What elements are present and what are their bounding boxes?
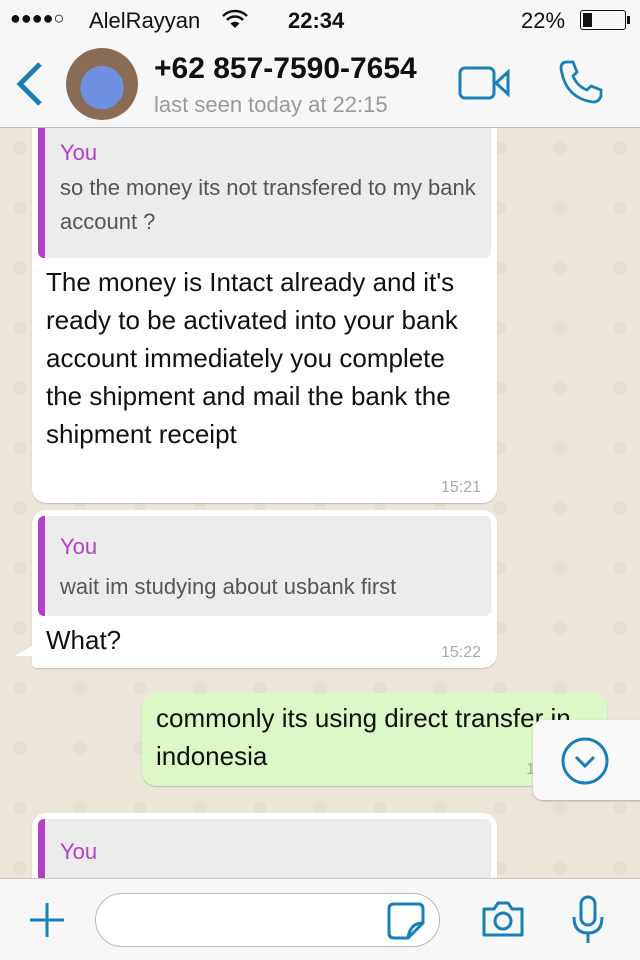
chat-area[interactable]: You so the money its not transfered to m… <box>0 128 640 878</box>
plus-icon[interactable] <box>28 901 66 939</box>
quoted-message[interactable]: You <box>38 819 491 878</box>
message-incoming: You wait im studying about usbank first … <box>32 510 497 668</box>
message-text: What? <box>46 625 122 655</box>
quoted-message[interactable]: You wait im studying about usbank first <box>38 516 491 616</box>
message-time: 15:21 <box>440 479 481 496</box>
phone-icon[interactable] <box>556 58 606 106</box>
message-incoming: You <box>32 813 497 878</box>
camera-icon[interactable] <box>480 899 526 939</box>
message-time: 15:22 <box>440 644 481 661</box>
chat-header: +62 857-7590-7654 last seen today at 22:… <box>0 40 640 128</box>
input-bar <box>0 878 640 960</box>
quote-author: You <box>60 534 98 559</box>
wifi-icon <box>222 9 248 28</box>
battery-percent: 22% <box>521 8 566 33</box>
message-text: The money is Intact already and it's rea… <box>46 267 458 449</box>
sticker-icon[interactable] <box>386 901 426 941</box>
chevron-down-icon <box>561 737 609 785</box>
quote-author: You <box>60 839 98 864</box>
carrier: AlelRayyan <box>89 8 201 33</box>
message-incoming: You so the money its not transfered to m… <box>32 128 497 503</box>
quote-text: wait im studying about usbank first <box>60 574 397 599</box>
scroll-to-bottom-button[interactable] <box>533 720 640 800</box>
signal-strength: ●●●●○ <box>10 8 65 28</box>
clock: 22:34 <box>288 8 345 33</box>
last-seen: last seen today at 22:15 <box>154 92 388 117</box>
video-call-icon[interactable] <box>458 64 512 102</box>
quote-author: You <box>60 140 98 165</box>
battery-icon <box>580 10 626 30</box>
avatar[interactable] <box>66 48 138 120</box>
bubble-tail <box>14 644 36 656</box>
back-icon[interactable] <box>14 62 44 106</box>
contact-name[interactable]: +62 857-7590-7654 <box>154 52 417 86</box>
quote-text: so the money its not transfered to my ba… <box>60 175 476 234</box>
status-bar: ●●●●○ AlelRayyan 22:34 22% <box>0 0 640 40</box>
quoted-message[interactable]: You so the money its not transfered to m… <box>38 128 491 258</box>
microphone-icon[interactable] <box>570 895 606 945</box>
